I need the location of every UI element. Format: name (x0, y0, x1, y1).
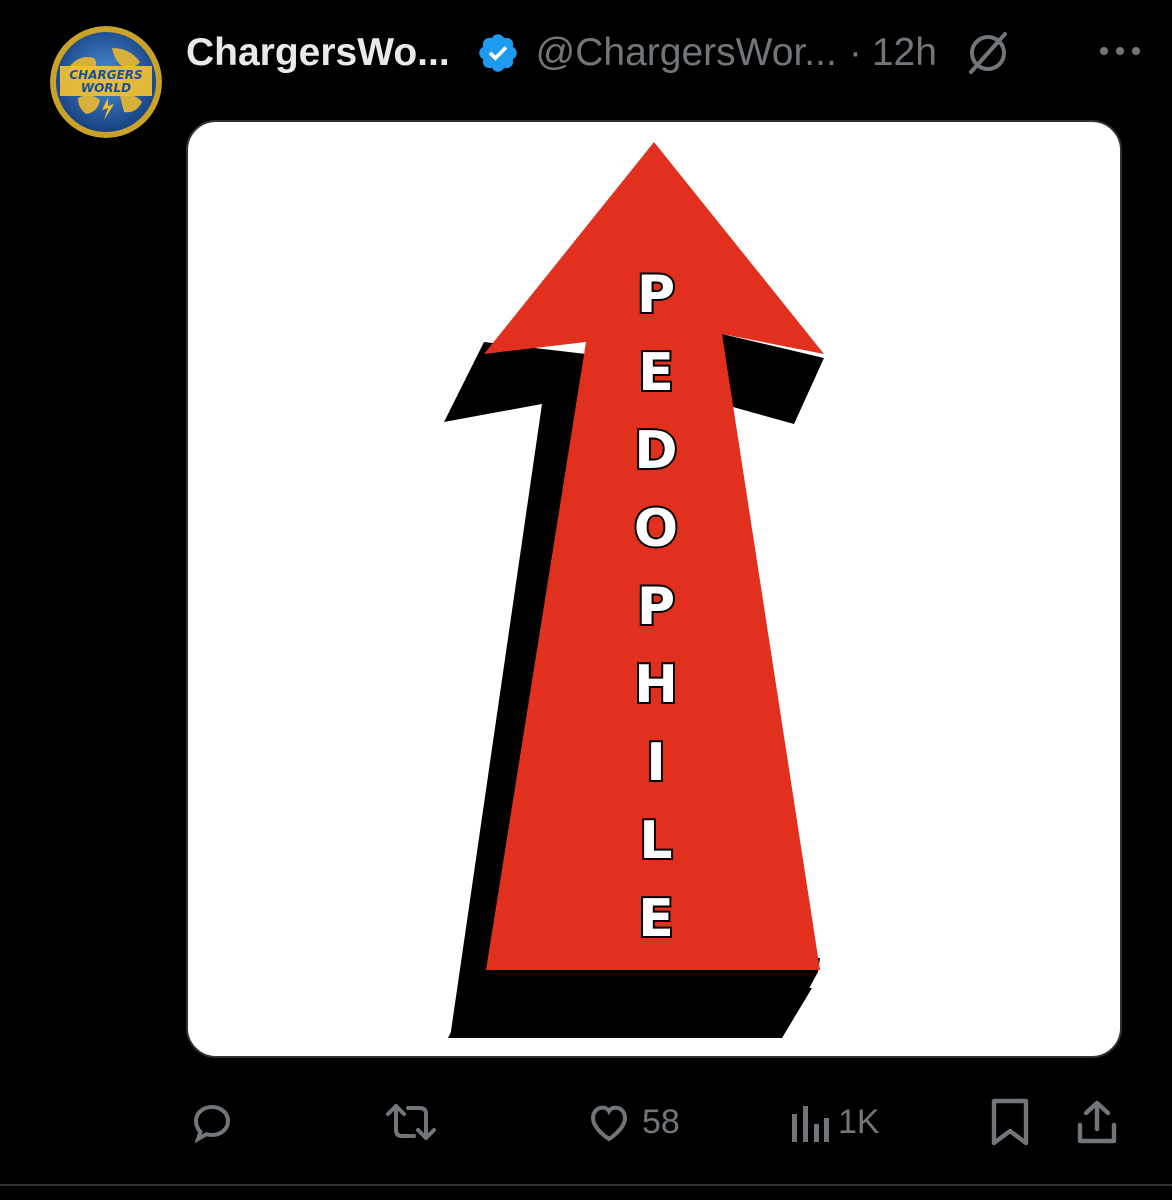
separator-dot: · (848, 31, 862, 74)
grok-icon[interactable] (965, 30, 1011, 76)
author-handle[interactable]: @ChargersWor... (536, 31, 837, 75)
share-icon (1077, 1100, 1117, 1144)
image-letter: D (634, 421, 677, 481)
up-arrow-graphic: P E D O P H I L E (444, 142, 824, 1038)
bar-chart-icon (792, 1106, 829, 1142)
verified-badge-icon[interactable] (476, 31, 520, 75)
more-options-icon[interactable] (1090, 36, 1150, 66)
author-avatar[interactable]: CHARGERS WORLD (50, 26, 162, 138)
image-letter: P (637, 577, 675, 637)
tweet-timestamp[interactable]: 12h (872, 31, 937, 75)
avatar-text-world: WORLD (81, 81, 131, 95)
views-button[interactable]: 1K (788, 1090, 880, 1154)
like-count: 58 (642, 1102, 680, 1141)
heart-icon (590, 1105, 628, 1142)
retweet-icon (386, 1104, 436, 1140)
image-letter: I (646, 733, 665, 793)
retweet-button[interactable] (384, 1090, 438, 1154)
share-button[interactable] (1074, 1090, 1120, 1154)
image-letter: E (638, 889, 674, 949)
tweet-media-image[interactable]: P E D O P H I L E (186, 120, 1122, 1058)
image-letter: P (637, 265, 675, 325)
bookmark-button[interactable] (988, 1090, 1032, 1154)
image-letter: H (634, 655, 678, 715)
divider (0, 1184, 1172, 1186)
bookmark-icon (991, 1098, 1029, 1146)
views-count: 1K (838, 1102, 880, 1141)
avatar-text-chargers: CHARGERS (69, 68, 142, 82)
image-letter: O (634, 499, 678, 559)
chargers-world-logo-icon: CHARGERS WORLD (50, 26, 162, 138)
like-button[interactable]: 58 (584, 1090, 680, 1154)
tweet-header: ChargersWo... @ChargersWor... · 12h (186, 22, 1132, 84)
tweet-action-bar: 58 1K (0, 1090, 1172, 1154)
reply-button[interactable] (188, 1090, 236, 1154)
reply-icon (193, 1104, 231, 1144)
image-letter: L (639, 811, 672, 871)
image-letter: E (638, 343, 674, 403)
author-display-name[interactable]: ChargersWo... (186, 31, 450, 75)
